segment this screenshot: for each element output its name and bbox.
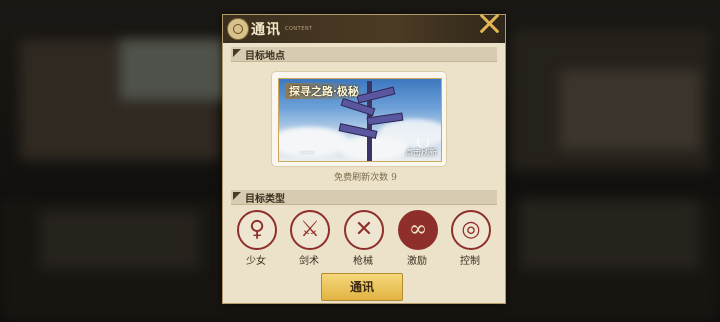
type-option-firearms[interactable]: ✕ 枪械	[340, 208, 386, 267]
location-stamp-card[interactable]: 探寻之路·极秘 ······· 点击刷新	[269, 69, 449, 169]
signpost-illustration: 探寻之路·极秘 ······· 点击刷新	[278, 78, 442, 162]
infinity-icon: ∞	[408, 217, 428, 242]
communicate-button[interactable]: 通讯	[321, 273, 403, 301]
type-label: 控制	[460, 256, 480, 267]
type-label: 少女	[246, 256, 266, 267]
target-type-options: ♀ 少女 ⚔ 剑术 ✕ 枪械 ∞ 激励 ◎ 控制	[233, 208, 495, 267]
communication-dialog: 通讯 CONTENT 目标地点 探寻之路·极秘 ······· 点击刷新 免费刷…	[222, 14, 506, 304]
free-refresh-label: 免费刷新次数	[334, 173, 389, 183]
section-marker-icon	[233, 192, 241, 200]
spiral-icon: ◎	[461, 217, 481, 242]
type-option-girl[interactable]: ♀ 少女	[233, 208, 279, 267]
location-title: 探寻之路·极秘	[285, 83, 363, 99]
dialog-subtitle: CONTENT	[285, 26, 313, 32]
type-option-swordsmanship[interactable]: ⚔ 剑术	[286, 208, 332, 267]
refresh-label: 点击刷新	[405, 148, 437, 157]
free-refresh-count: 免费刷新次数 9	[223, 170, 505, 183]
type-option-inspire[interactable]: ∞ 激励	[394, 208, 440, 267]
refresh-button[interactable]: 点击刷新	[397, 136, 437, 158]
type-option-control[interactable]: ◎ 控制	[447, 208, 493, 267]
type-label: 枪械	[353, 256, 373, 267]
section-marker-icon	[233, 49, 241, 57]
type-label: 剑术	[299, 256, 319, 267]
dialog-title: 通讯	[251, 22, 281, 38]
type-label: 激励	[407, 256, 427, 267]
emblem-icon	[227, 18, 249, 40]
section-target-type: 目标类型	[231, 190, 497, 205]
section-target-location: 目标地点	[231, 47, 497, 62]
girl-silhouette-icon: ♀	[248, 217, 266, 242]
crossed-guns-icon: ✕	[354, 217, 374, 242]
location-description: ·······	[299, 149, 315, 157]
swords-icon: ⚔	[300, 217, 320, 242]
close-icon[interactable]	[478, 12, 500, 34]
free-refresh-value: 9	[391, 173, 397, 183]
dialog-header: 通讯 CONTENT	[223, 15, 505, 43]
section-label: 目标类型	[245, 194, 285, 205]
section-label: 目标地点	[245, 51, 285, 62]
